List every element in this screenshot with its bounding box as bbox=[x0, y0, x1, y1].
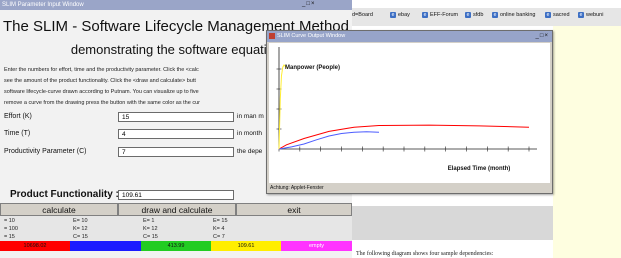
curve-button-red[interactable]: 10698.02 bbox=[0, 241, 70, 251]
window-title: SLIM Parameter Input Window bbox=[2, 2, 84, 8]
bookmark-board[interactable]: d=Board bbox=[352, 12, 373, 18]
applet-warning-status: Achtung: Applet-Fenster bbox=[270, 185, 324, 191]
curve-button-green[interactable]: 413.99 bbox=[141, 241, 211, 251]
time-label: Time (T) bbox=[4, 130, 31, 137]
dependency-cell: C= 7 bbox=[213, 234, 225, 240]
curve-button-yellow[interactable]: 109.61 bbox=[211, 241, 281, 251]
curve-output-window: SLIM Curve Output Window _□× Manpower (P… bbox=[266, 30, 553, 194]
product-functionality-output: 109.61 bbox=[118, 190, 234, 200]
sacred-bookmark-label: sacred bbox=[553, 12, 570, 18]
series-line-2 bbox=[278, 131, 380, 150]
parameter-window-titlebar[interactable]: SLIM Parameter Input Window bbox=[0, 0, 352, 10]
curve-window-title: SLIM Curve Output Window bbox=[277, 33, 346, 39]
manpower-chart: Manpower (People) Elapsed Time (month) bbox=[269, 43, 550, 183]
dependency-cell: E= 10 bbox=[73, 218, 88, 224]
calculate-button[interactable]: calculate bbox=[0, 203, 118, 216]
dependency-cell: E= 1 bbox=[143, 218, 155, 224]
bookmark-online-banking[interactable]: e online banking bbox=[492, 12, 535, 18]
webuni-bookmark-label: webuni bbox=[586, 12, 604, 18]
series-line-1 bbox=[278, 124, 530, 150]
bookmark-eff-forum[interactable]: e EFF-Forum bbox=[422, 12, 458, 18]
dependency-cell: E= 15 bbox=[213, 218, 228, 224]
productivity-label: Productivity Parameter (C) bbox=[4, 148, 87, 155]
curve-button-magenta[interactable]: empty bbox=[281, 241, 352, 251]
online-banking-bookmark-label: online banking bbox=[500, 12, 536, 18]
bookmark-ebay[interactable]: e ebay bbox=[390, 12, 410, 18]
effort-unit: in man m bbox=[237, 113, 264, 120]
dependency-cell: = 100 bbox=[4, 226, 18, 232]
board-bookmark-label: d=Board bbox=[352, 12, 373, 18]
instruction-line: remove a curve from the drawing press th… bbox=[4, 100, 200, 106]
ebay-bookmark-label: ebay bbox=[398, 12, 410, 18]
bookmark-sacred[interactable]: e sacred bbox=[545, 12, 570, 18]
bookmark-icon: e bbox=[545, 12, 551, 18]
dependency-cell: K= 4 bbox=[213, 226, 225, 232]
close-icon[interactable]: × bbox=[311, 1, 316, 7]
page-paragraph: The following diagram shows four sample … bbox=[356, 251, 494, 257]
bookmark-icon: e bbox=[492, 12, 498, 18]
dependency-table bbox=[0, 216, 352, 241]
curve-button-blue[interactable] bbox=[70, 241, 141, 251]
effort-label: Effort (K) bbox=[4, 113, 32, 120]
close-icon[interactable]: × bbox=[544, 33, 549, 39]
eff-forum-bookmark-label: EFF-Forum bbox=[430, 12, 459, 18]
instruction-line: Enter the numbers for effort, time and t… bbox=[4, 67, 199, 73]
dependency-cell: K= 12 bbox=[143, 226, 158, 232]
series-line-3 bbox=[278, 64, 287, 150]
window-controls: _□× bbox=[302, 1, 315, 7]
bookmark-webuni[interactable]: e webuni bbox=[578, 12, 603, 18]
java-cup-icon bbox=[269, 33, 275, 39]
page-sidebar bbox=[553, 26, 621, 258]
dependency-cell: = 10 bbox=[4, 218, 15, 224]
productivity-unit: the depe bbox=[237, 148, 263, 155]
effort-input[interactable]: 15 bbox=[118, 112, 234, 122]
productivity-input[interactable]: 7 bbox=[118, 147, 234, 157]
product-functionality-label: Product Functionality : bbox=[10, 189, 119, 200]
chart-y-label: Manpower (People) bbox=[285, 65, 340, 71]
bookmark-icon: e bbox=[465, 12, 471, 18]
draw-and-calculate-button[interactable]: draw and calculate bbox=[118, 203, 236, 216]
dependency-cell: C= 15 bbox=[73, 234, 88, 240]
bookmark-sfdb[interactable]: e sfdb bbox=[465, 12, 483, 18]
bookmark-icon: e bbox=[422, 12, 428, 18]
curve-window-titlebar[interactable]: SLIM Curve Output Window _□× bbox=[267, 31, 552, 42]
time-unit: in month bbox=[237, 130, 262, 137]
bookmark-icon: e bbox=[390, 12, 396, 18]
dependency-cell: C= 15 bbox=[143, 234, 158, 240]
dependency-cell: K= 12 bbox=[73, 226, 88, 232]
exit-button[interactable]: exit bbox=[236, 203, 352, 216]
bookmark-icon: e bbox=[578, 12, 584, 18]
instruction-line: see the amount of the product functional… bbox=[4, 78, 196, 84]
sfdb-bookmark-label: sfdb bbox=[473, 12, 484, 18]
chart-x-label: Elapsed Time (month) bbox=[448, 166, 511, 172]
dependency-cell: = 15 bbox=[4, 234, 15, 240]
curve-window-controls: _□× bbox=[536, 31, 549, 42]
instruction-line: software lifecycle-curve drawn according… bbox=[4, 89, 199, 95]
time-input[interactable]: 4 bbox=[118, 129, 234, 139]
